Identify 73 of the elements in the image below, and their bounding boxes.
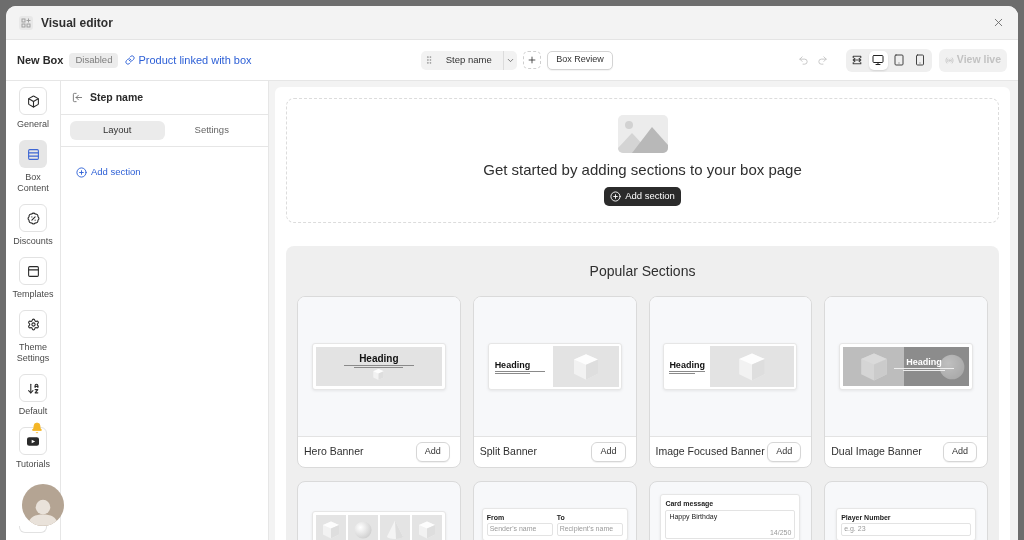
rail-button[interactable] — [19, 427, 47, 455]
text-lines-icon — [494, 370, 545, 374]
add-button[interactable]: Add — [943, 442, 977, 462]
section-title: Popular Sections — [589, 262, 696, 280]
image-placeholder-icon — [617, 115, 668, 153]
sphere-icon — [939, 353, 966, 380]
box-icon — [26, 94, 40, 108]
text-lines-icon — [894, 368, 955, 371]
exit-icon — [72, 92, 83, 103]
window-title: Visual editor — [41, 14, 113, 32]
status-badge: Disabled — [69, 52, 119, 68]
broadcast-icon — [944, 55, 954, 65]
apps-icon — [19, 15, 33, 30]
add-button[interactable]: Add — [767, 442, 802, 462]
panel-tab[interactable]: Settings — [164, 121, 259, 140]
card-title: Image Focused Banner — [655, 444, 765, 460]
device-toggle[interactable] — [868, 50, 888, 70]
panel-tab[interactable]: Layout — [70, 121, 165, 140]
redo-icon — [817, 54, 829, 66]
rows-icon — [26, 147, 40, 161]
text-lines-icon — [343, 364, 414, 368]
step-selector[interactable]: Step name — [421, 50, 518, 70]
add-section-link[interactable]: Add section — [76, 165, 141, 180]
section-card[interactable]: Heading Image Focused Banner Add — [648, 296, 813, 468]
rail-label: Tutorials — [14, 459, 52, 470]
rail-label: Theme Settings — [15, 342, 51, 364]
add-button[interactable]: Add — [591, 442, 626, 462]
text-lines-icon — [669, 370, 706, 374]
card-title: Hero Banner — [304, 444, 364, 460]
plus-circle-icon — [76, 166, 87, 178]
add-section-button[interactable]: Add section — [604, 187, 681, 206]
box-name: New Box — [17, 52, 64, 68]
rail-button[interactable] — [19, 374, 47, 402]
empty-state-message: Get started by adding sections to your box page — [483, 161, 802, 179]
cube-icon — [320, 520, 341, 540]
rail-label: Discounts — [12, 236, 54, 247]
rail-label: Default — [17, 406, 49, 417]
sort-icon — [26, 381, 40, 395]
product-link[interactable]: Product linked with box — [125, 51, 252, 69]
rail-button[interactable] — [19, 87, 47, 115]
panel-title: Step name — [90, 89, 144, 105]
undo-icon — [798, 54, 810, 66]
add-button[interactable]: Add — [415, 442, 450, 462]
rail-button[interactable] — [19, 310, 47, 338]
card-title: Dual Image Banner — [831, 444, 922, 460]
settings-icon — [26, 317, 40, 331]
plus-icon — [527, 55, 538, 65]
rail-button[interactable] — [19, 257, 47, 285]
desktop-icon — [872, 54, 885, 66]
preview-heading: Heading — [906, 357, 942, 367]
percent-badge-icon — [26, 211, 40, 225]
preview-heading: Heading — [494, 359, 532, 370]
preview-heading: Heading — [359, 352, 399, 364]
card-title: Split Banner — [479, 444, 537, 460]
section-card[interactable]: Heading Split Banner Add — [472, 296, 637, 468]
rail-label: Templates — [11, 289, 55, 300]
layout-icon — [26, 264, 40, 278]
fit-width-icon — [851, 54, 864, 66]
link-icon — [125, 55, 136, 65]
rail-label: Box Content — [16, 172, 50, 194]
section-card[interactable]: Heading Dual Image Banner Add — [824, 296, 988, 468]
cube-icon — [372, 367, 386, 381]
cube-icon — [416, 520, 437, 540]
video-icon — [27, 436, 39, 446]
preview-heading: Heading — [669, 359, 706, 370]
plus-circle-icon — [610, 191, 622, 202]
rail-button[interactable] — [19, 204, 47, 232]
section-card[interactable]: Heading Hero Banner Add — [297, 296, 461, 468]
tablet-icon — [893, 54, 906, 66]
sphere-icon — [353, 521, 372, 539]
mobile-icon — [914, 54, 927, 66]
rail-label: General — [16, 119, 50, 130]
review-button[interactable]: Box Review — [547, 50, 613, 70]
